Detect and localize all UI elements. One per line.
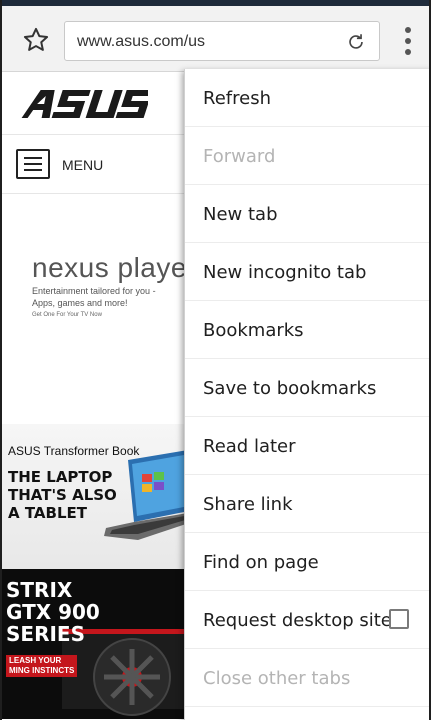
menu-item-label: New tab [203,204,278,225]
strix-subline-1: LEASH YOUR [9,656,62,665]
strix-subline-2: MING INSTINCTS [9,666,75,675]
menu-item-close-other-tabs: Close other tabs [185,649,429,707]
menu-item-save-to-bookmarks[interactable]: Save to bookmarks [185,359,429,417]
menu-item-read-later[interactable]: Read later [185,417,429,475]
strix-headline: STRIX GTX 900 SERIES [6,579,100,645]
overflow-menu: Refresh Forward New tab New incognito ta… [184,69,429,720]
menu-item-refresh[interactable]: Refresh [185,69,429,127]
menu-item-forward: Forward [185,127,429,185]
url-text[interactable]: www.asus.com/us [77,33,205,51]
laptop-image [104,450,198,540]
menu-item-label: Find on page [203,552,319,573]
star-icon[interactable] [22,26,50,54]
menu-item-label: Close other tabs [203,668,351,689]
menu-item-new-incognito-tab[interactable]: New incognito tab [185,243,429,301]
menu-item-bookmarks[interactable]: Bookmarks [185,301,429,359]
nexus-tagline-2: Apps, games and more! [32,298,128,308]
menu-item-new-tab[interactable]: New tab [185,185,429,243]
nexus-title: nexus player [32,252,197,283]
strix-banner[interactable]: STRIX GTX 900 SERIES LEASH YOUR MING INS… [2,569,202,719]
menu-item-label: Request desktop site [203,610,392,631]
menu-item-find-on-page[interactable]: Find on page [185,533,429,591]
menu-item-share-link[interactable]: Share link [185,475,429,533]
menu-item-label: Forward [203,146,276,167]
menu-item-label: Share link [203,494,293,515]
menu-item-label: Save to bookmarks [203,378,377,399]
nexus-tagline-1: Entertainment tailored for you - [32,286,156,296]
menu-item-label: Bookmarks [203,320,304,341]
request-desktop-site-checkbox[interactable] [389,609,409,629]
hamburger-menu-icon[interactable] [16,149,50,179]
menu-item-label: Refresh [203,88,271,109]
menu-item-label: New incognito tab [203,262,367,283]
browser-window: www.asus.com/us MENU nexus player Entert… [0,0,431,720]
more-vertical-icon[interactable] [398,24,418,58]
strix-subline: LEASH YOUR MING INSTINCTS [6,655,78,677]
asus-logo[interactable] [16,86,148,120]
nexus-cta[interactable]: Get One For Your TV Now [32,312,197,318]
url-bar[interactable]: www.asus.com/us [64,21,380,61]
menu-item-label: Read later [203,436,296,457]
reload-icon[interactable] [345,31,367,53]
strix-headline-2: GTX 900 [6,600,100,624]
browser-toolbar: www.asus.com/us [2,6,429,72]
menu-item-request-desktop-site[interactable]: Request desktop site [185,591,429,649]
strix-headline-1: STRIX [6,578,73,602]
transformer-banner[interactable]: ASUS Transformer Book THE LAPTOP THAT'S … [2,424,202,569]
nexus-promo[interactable]: nexus player Entertainment tailored for … [32,252,197,318]
menu-label[interactable]: MENU [62,157,103,173]
strix-headline-3: SERIES [6,622,85,646]
